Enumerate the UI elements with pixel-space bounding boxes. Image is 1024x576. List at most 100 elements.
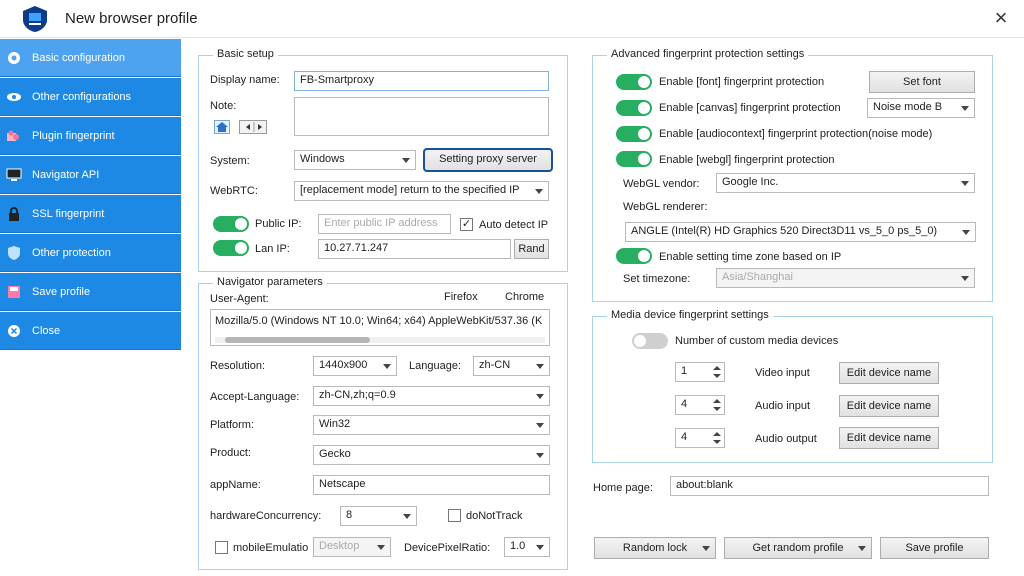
chrome-link[interactable]: Chrome bbox=[505, 291, 544, 303]
video-input-value: 1 bbox=[681, 365, 688, 377]
video-input-count[interactable]: 1 bbox=[675, 362, 725, 382]
appname-label: appName: bbox=[210, 479, 261, 491]
timezone-select[interactable]: Asia/Shanghai bbox=[716, 268, 975, 288]
shield-icon bbox=[6, 245, 22, 261]
webgl-renderer-label: WebGL renderer: bbox=[623, 201, 708, 213]
sidebar-item-label: Save profile bbox=[32, 285, 91, 298]
auto-detect-checkbox[interactable]: ✓ bbox=[460, 218, 473, 231]
sidebar-item-save-profile[interactable]: Save profile bbox=[0, 273, 181, 311]
eye-icon bbox=[6, 89, 22, 105]
sidebar-item-navigator-api[interactable]: Navigator API bbox=[0, 156, 181, 194]
user-agent-box[interactable]: Mozilla/5.0 (Windows NT 10.0; Win64; x64… bbox=[210, 309, 550, 346]
sidebar-item-label: Basic configuration bbox=[32, 51, 125, 64]
device-pixel-ratio-label: DevicePixelRatio: bbox=[404, 542, 491, 554]
sidebar-item-other-protection[interactable]: Other protection bbox=[0, 234, 181, 272]
accept-language-select[interactable]: zh-CN,zh;q=0.9 bbox=[313, 386, 550, 406]
timezone-value: Asia/Shanghai bbox=[722, 271, 793, 283]
set-font-button[interactable]: Set font bbox=[869, 71, 975, 93]
canvas-mode-value: Noise mode B bbox=[873, 101, 943, 113]
sidebar-item-plugin-fingerprint[interactable]: Plugin fingerprint bbox=[0, 117, 181, 155]
sidebar-item-ssl-fingerprint[interactable]: SSL fingerprint bbox=[0, 195, 181, 233]
edit-audio-input-device-name-button[interactable]: Edit device name bbox=[839, 395, 939, 417]
window-title: New browser profile bbox=[65, 10, 198, 27]
monitor-icon bbox=[6, 167, 22, 183]
webrtc-select[interactable]: [replacement mode] return to the specifi… bbox=[294, 181, 549, 201]
canvas-protection-toggle[interactable] bbox=[616, 100, 652, 116]
device-pixel-ratio-select[interactable]: 1.0 bbox=[504, 537, 550, 557]
sidebar: Basic configuration Other configurations… bbox=[0, 39, 181, 576]
accept-language-label: Accept-Language: bbox=[210, 391, 300, 403]
edit-video-device-name-button[interactable]: Edit device name bbox=[839, 362, 939, 384]
display-name-input[interactable]: FB-Smartproxy bbox=[294, 71, 549, 91]
sidebar-item-other-configurations[interactable]: Other configurations bbox=[0, 78, 181, 116]
save-profile-button[interactable]: Save profile bbox=[880, 537, 989, 559]
note-nav-buttons[interactable] bbox=[239, 120, 267, 134]
platform-label: Platform: bbox=[210, 419, 255, 431]
font-protection-toggle[interactable] bbox=[616, 74, 652, 90]
timezone-by-ip-toggle[interactable] bbox=[616, 248, 652, 264]
canvas-mode-select[interactable]: Noise mode B bbox=[867, 98, 975, 118]
product-label: Product: bbox=[210, 447, 251, 459]
sidebar-item-label: SSL fingerprint bbox=[32, 207, 105, 220]
audio-input-label: Audio input bbox=[755, 400, 811, 412]
hardware-concurrency-value: 8 bbox=[346, 509, 353, 521]
audio-output-value: 4 bbox=[681, 431, 688, 443]
webgl-protection-toggle[interactable] bbox=[616, 151, 652, 167]
rand-button[interactable]: Rand bbox=[514, 239, 549, 259]
language-select[interactable]: zh-CN bbox=[473, 356, 550, 376]
sidebar-item-label: Other configurations bbox=[32, 90, 132, 103]
system-label: System: bbox=[210, 155, 250, 167]
home-icon[interactable] bbox=[214, 120, 230, 134]
product-value: Gecko bbox=[319, 448, 351, 460]
mobile-emulation-label: mobileEmulatio bbox=[233, 542, 309, 554]
sidebar-item-close[interactable]: Close bbox=[0, 312, 181, 350]
gear-circle-icon bbox=[6, 50, 22, 66]
webgl-renderer-select[interactable]: ANGLE (Intel(R) HD Graphics 520 Direct3D… bbox=[625, 222, 976, 242]
sidebar-item-label: Plugin fingerprint bbox=[32, 129, 115, 142]
audio-output-count[interactable]: 4 bbox=[675, 428, 725, 448]
advanced-fingerprint-title: Advanced fingerprint protection settings bbox=[607, 48, 809, 60]
note-textarea[interactable] bbox=[294, 97, 549, 136]
edit-audio-output-device-name-button[interactable]: Edit device name bbox=[839, 427, 939, 449]
public-ip-input[interactable]: Enter public IP address bbox=[318, 214, 451, 234]
sidebar-item-label: Other protection bbox=[32, 246, 111, 259]
platform-select[interactable]: Win32 bbox=[313, 415, 550, 435]
mobile-emulation-select[interactable]: Desktop bbox=[313, 537, 391, 557]
user-agent-scrollbar[interactable] bbox=[215, 337, 545, 343]
hardware-concurrency-select[interactable]: 8 bbox=[340, 506, 417, 526]
timezone-by-ip-label: Enable setting time zone based on IP bbox=[659, 251, 842, 263]
app-logo-icon bbox=[22, 5, 48, 33]
mobile-emulation-value: Desktop bbox=[319, 540, 360, 552]
audiocontext-protection-label: Enable [audiocontext] fingerprint protec… bbox=[659, 128, 933, 140]
setting-proxy-server-button[interactable]: Setting proxy server bbox=[423, 148, 553, 172]
media-device-title: Media device fingerprint settings bbox=[607, 309, 773, 321]
audio-input-count[interactable]: 4 bbox=[675, 395, 725, 415]
save-icon bbox=[6, 284, 22, 300]
firefox-link[interactable]: Firefox bbox=[444, 291, 478, 303]
close-icon[interactable]: × bbox=[988, 6, 1014, 32]
appname-input[interactable]: Netscape bbox=[313, 475, 550, 495]
webgl-vendor-label: WebGL vendor: bbox=[623, 178, 700, 190]
lock-icon bbox=[6, 206, 22, 222]
webgl-vendor-select[interactable]: Google Inc. bbox=[716, 173, 975, 193]
public-ip-toggle[interactable] bbox=[213, 216, 249, 232]
system-select[interactable]: Windows bbox=[294, 150, 416, 170]
resolution-select[interactable]: 1440x900 bbox=[313, 356, 397, 376]
sidebar-item-label: Close bbox=[32, 324, 61, 337]
mobile-emulation-checkbox[interactable] bbox=[215, 541, 228, 554]
resolution-label: Resolution: bbox=[210, 360, 266, 372]
resolution-value: 1440x900 bbox=[319, 359, 368, 371]
donottrack-checkbox[interactable] bbox=[448, 509, 461, 522]
scrollbar-thumb[interactable] bbox=[225, 337, 370, 343]
custom-media-devices-toggle[interactable] bbox=[632, 333, 668, 349]
random-lock-button[interactable]: Random lock bbox=[594, 537, 716, 559]
lan-ip-toggle[interactable] bbox=[213, 240, 249, 256]
sidebar-item-basic-configuration[interactable]: Basic configuration bbox=[0, 39, 181, 77]
get-random-profile-button[interactable]: Get random profile bbox=[724, 537, 872, 559]
home-page-input[interactable]: about:blank bbox=[670, 476, 989, 496]
product-select[interactable]: Gecko bbox=[313, 445, 550, 465]
platform-value: Win32 bbox=[319, 418, 351, 430]
audiocontext-protection-toggle[interactable] bbox=[616, 126, 652, 142]
lan-ip-input[interactable]: 10.27.71.247 bbox=[318, 239, 511, 259]
random-lock-label: Random lock bbox=[622, 542, 688, 554]
